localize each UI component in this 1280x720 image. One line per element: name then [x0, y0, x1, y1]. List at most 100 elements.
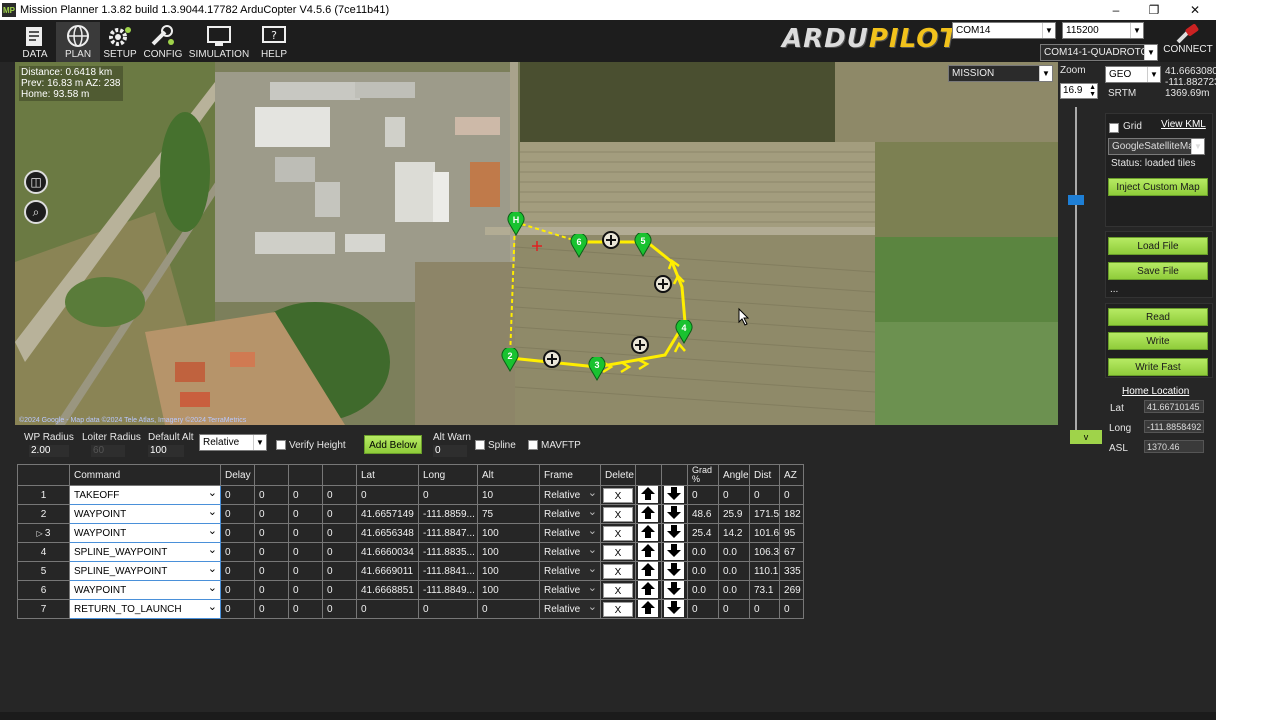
mavftp-checkbox[interactable] — [528, 440, 538, 450]
read-button[interactable]: Read — [1108, 308, 1208, 326]
dist-cell[interactable]: 171.5 — [748, 504, 781, 524]
param3-cell[interactable]: 0 — [288, 599, 323, 619]
zoom-slider-handle[interactable] — [1068, 195, 1084, 205]
spline-checkbox[interactable] — [475, 440, 485, 450]
collapse-button[interactable]: v — [1070, 430, 1102, 444]
loiter-radius-field[interactable]: 60 — [91, 445, 125, 457]
lat-cell[interactable]: 41.6668851 — [356, 580, 419, 600]
grad-cell[interactable]: 0 — [687, 485, 719, 505]
grad-cell[interactable]: 48.6 — [687, 504, 719, 524]
grad-cell[interactable]: 0 — [687, 599, 719, 619]
param4-cell[interactable]: 0 — [322, 580, 357, 600]
alt-warn-field[interactable]: 0 — [433, 445, 467, 457]
move-down-cell[interactable] — [661, 580, 688, 600]
move-up-cell[interactable] — [635, 504, 662, 524]
param3-cell[interactable]: 0 — [288, 561, 323, 581]
delay-cell[interactable]: 0 — [220, 504, 255, 524]
az-cell[interactable]: 0 — [779, 485, 805, 505]
alt-cell[interactable]: 100 — [477, 561, 540, 581]
baud-select[interactable]: 115200 ▼ — [1062, 22, 1144, 39]
move-down-button[interactable] — [664, 543, 684, 560]
alt-cell[interactable]: 75 — [477, 504, 540, 524]
az-cell[interactable]: 269 — [779, 580, 805, 600]
move-down-cell[interactable] — [661, 523, 688, 543]
table-row[interactable]: 1 TAKEOFF ⌄ 0 0 0 0 0 0 10 Relative ⌄ X 0 0 0 0 — [17, 485, 805, 505]
delay-cell[interactable]: 0 — [220, 580, 255, 600]
delete-row-button[interactable]: X — [603, 506, 633, 522]
delay-col-header[interactable]: Delay — [220, 464, 255, 486]
table-row[interactable]: 6 WAYPOINT ⌄ 0 0 0 0 41.6668851 -111.8849... 100 R… — [17, 580, 805, 600]
frame-cell[interactable]: Relative ⌄ — [539, 504, 601, 524]
az-cell[interactable]: 67 — [779, 542, 805, 562]
move-down-cell[interactable] — [661, 599, 688, 619]
move-down-button[interactable] — [664, 486, 684, 503]
param4-cell[interactable]: 0 — [322, 504, 357, 524]
waypoint-marker-2[interactable]: 2 — [501, 348, 519, 372]
delay-cell[interactable]: 0 — [220, 523, 255, 543]
plan-tab-button[interactable]: PLAN — [56, 22, 100, 62]
move-down-button[interactable] — [664, 524, 684, 541]
table-row[interactable]: ▷ 3 WAYPOINT ⌄ 0 0 0 0 41.6656348 -111.8847... 10… — [17, 523, 805, 543]
move-up-cell[interactable] — [635, 523, 662, 543]
move-up-cell[interactable] — [635, 580, 662, 600]
lat-cell[interactable]: 0 — [356, 599, 419, 619]
frame-cell[interactable]: Relative ⌄ — [539, 523, 601, 543]
command-cell[interactable]: SPLINE_WAYPOINT ⌄ — [69, 561, 221, 581]
param2-cell[interactable]: 0 — [254, 485, 289, 505]
command-cell[interactable]: TAKEOFF ⌄ — [69, 485, 221, 505]
data-tab-button[interactable]: DATA — [13, 22, 57, 62]
table-row[interactable]: 4 SPLINE_WAYPOINT ⌄ 0 0 0 0 41.6660034 -111.8835… — [17, 542, 805, 562]
frame-cell[interactable]: Relative ⌄ — [539, 580, 601, 600]
move-down-cell[interactable] — [661, 561, 688, 581]
table-row[interactable]: 5 SPLINE_WAYPOINT ⌄ 0 0 0 0 41.6669011 -111.8841… — [17, 561, 805, 581]
zoom-spinner[interactable]: 16.9 ▲ ▼ — [1060, 83, 1098, 99]
alt-col-header[interactable]: Alt — [477, 464, 540, 486]
az-cell[interactable]: 335 — [779, 561, 805, 581]
move-up-button[interactable] — [638, 600, 658, 617]
table-row[interactable]: 7 RETURN_TO_LAUNCH ⌄ 0 0 0 0 0 0 0 Relative ⌄ X 0 0 0 0 — [17, 599, 805, 619]
move-down-button[interactable] — [664, 505, 684, 522]
save-file-button[interactable]: Save File — [1108, 262, 1208, 280]
more-options[interactable]: ... — [1110, 284, 1118, 295]
dist-cell[interactable]: 0 — [748, 485, 781, 505]
lat-cell[interactable]: 41.6660034 — [356, 542, 419, 562]
param2-cell[interactable]: 0 — [254, 580, 289, 600]
grad-cell[interactable]: 0.0 — [687, 561, 719, 581]
lat-col-header[interactable]: Lat — [356, 464, 419, 486]
command-col-header[interactable]: Command — [69, 464, 221, 486]
altitude-frame-select[interactable]: Relative ▼ — [199, 434, 267, 451]
inject-custom-map-button[interactable]: Inject Custom Map — [1108, 178, 1208, 196]
map-type-select[interactable]: GoogleSatelliteMap ▼ — [1108, 138, 1205, 155]
angle-cell[interactable]: 0.0 — [718, 561, 750, 581]
alt-cell[interactable]: 100 — [477, 542, 540, 562]
command-cell[interactable]: WAYPOINT ⌄ — [69, 580, 221, 600]
grad-col-header[interactable]: Grad % — [687, 464, 719, 486]
angle-cell[interactable]: 25.9 — [718, 504, 750, 524]
delete-row-button[interactable]: X — [603, 525, 633, 541]
delete-col-header[interactable]: Delete — [600, 464, 636, 486]
coord-mode-select[interactable]: GEO ▼ — [1105, 66, 1161, 83]
frame-cell[interactable]: Relative ⌄ — [539, 599, 601, 619]
profile-select[interactable]: COM14-1-QUADROTOR ▼ — [1040, 44, 1158, 61]
alt-cell[interactable]: 0 — [477, 599, 540, 619]
az-cell[interactable]: 95 — [779, 523, 805, 543]
long-cell[interactable]: -111.8835... — [418, 542, 478, 562]
command-cell[interactable]: SPLINE_WAYPOINT ⌄ — [69, 542, 221, 562]
move-up-cell[interactable] — [635, 542, 662, 562]
long-cell[interactable]: -111.8841... — [418, 561, 478, 581]
delete-cell[interactable]: X — [600, 599, 636, 619]
delete-cell[interactable]: X — [600, 580, 636, 600]
alt-cell[interactable]: 10 — [477, 485, 540, 505]
param3-cell[interactable]: 0 — [288, 504, 323, 524]
param2-cell[interactable]: 0 — [254, 561, 289, 581]
frame-col-header[interactable]: Frame — [539, 464, 601, 486]
long-cell[interactable]: -111.8849... — [418, 580, 478, 600]
home-lat-field[interactable]: 41.66710145 — [1144, 400, 1204, 413]
long-cell[interactable]: -111.8847... — [418, 523, 478, 543]
move-up-button[interactable] — [638, 505, 658, 522]
delete-cell[interactable]: X — [600, 542, 636, 562]
maximize-button[interactable]: ❐ — [1134, 0, 1174, 20]
command-cell[interactable]: RETURN_TO_LAUNCH ⌄ — [69, 599, 221, 619]
move-up-cell[interactable] — [635, 485, 662, 505]
long-col-header[interactable]: Long — [418, 464, 478, 486]
